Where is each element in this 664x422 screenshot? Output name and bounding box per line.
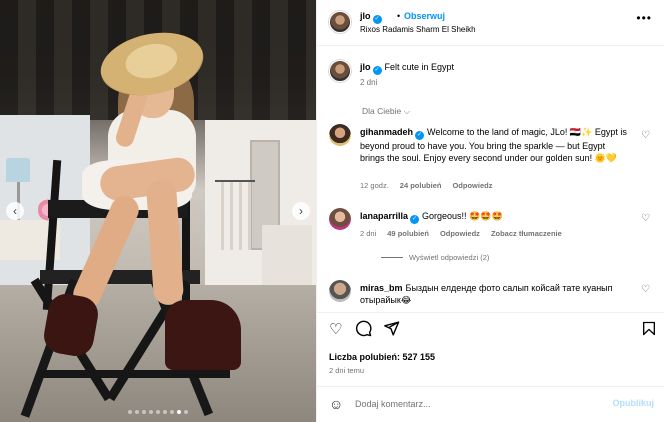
verified-badge-icon: ✓ (415, 131, 425, 140)
comment-icon[interactable] (355, 320, 372, 341)
follow-button[interactable]: Obserwuj (404, 11, 445, 21)
chair-footrest (40, 370, 230, 378)
caption-text: Felt cute in Egypt (384, 62, 455, 72)
verified-badge-icon: ✓ (410, 215, 420, 224)
separator-dot: • (397, 11, 401, 21)
caption-username[interactable]: jlo (360, 62, 371, 72)
author-avatar[interactable] (329, 11, 351, 33)
comment-likes[interactable]: 24 polubień (400, 181, 442, 190)
carousel-next-button[interactable]: › (292, 202, 310, 220)
carousel-dot (149, 410, 153, 414)
commenter-avatar[interactable] (329, 124, 351, 146)
carousel-dot (128, 410, 132, 414)
comment: miras_bm Быздын елденде фото салып койсай… (360, 282, 628, 306)
comment-username[interactable]: gihanmadeh (360, 127, 413, 137)
chevron-left-icon: ‹ (13, 204, 17, 218)
heart-icon[interactable]: ♡ (329, 320, 342, 338)
share-icon[interactable] (383, 320, 400, 341)
post-date[interactable]: 2 dni temu (329, 366, 364, 375)
comment-username[interactable]: miras_bm (360, 283, 403, 293)
carousel-dot (170, 410, 174, 414)
emoji-icon[interactable]: ☺ (329, 396, 343, 412)
comment-username[interactable]: lanaparrilla (360, 211, 408, 221)
comment-sort-dropdown[interactable]: Dla Ciebie ⌵ (362, 106, 410, 117)
carousel-dots (0, 410, 316, 414)
view-replies-button[interactable]: Wyświetl odpowiedzi (2) (381, 253, 489, 262)
more-horizontal-icon[interactable]: ••• (636, 11, 652, 25)
carousel-dot (184, 410, 188, 414)
publish-button[interactable]: Opublikuj (613, 398, 655, 408)
carousel-dot (135, 410, 139, 414)
verified-badge-icon: ✓ (372, 66, 382, 75)
location-link[interactable]: Rixos Radamis Sharm El Sheikh (360, 25, 476, 34)
caption-time[interactable]: 2 dni (360, 78, 377, 87)
author-username[interactable]: jlo ✓ (360, 11, 382, 24)
carousel-prev-button[interactable]: ‹ (6, 202, 24, 220)
heart-icon[interactable]: ♡ (641, 213, 650, 224)
post-sidebar: jlo ✓ • Obserwuj Rixos Radamis Sharm El S… (316, 0, 664, 422)
comment-meta: 12 godz. 24 polubień Odpowiedz (360, 181, 492, 190)
reply-button[interactable]: Odpowiedz (452, 181, 492, 190)
comment-input[interactable] (355, 396, 595, 412)
likes-count[interactable]: Liczba polubień: 527 155 (329, 352, 435, 362)
reply-button[interactable]: Odpowiedz (440, 229, 480, 238)
carousel-dot (142, 410, 146, 414)
replies-line (381, 257, 403, 258)
comment-time[interactable]: 2 dni (360, 229, 376, 238)
figure-platform-heel (165, 300, 241, 370)
post-modal: ‹ › jlo ✓ • Obserwuj Rixos Radamis Sharm … (0, 0, 664, 422)
photo-clothes-rack (215, 180, 255, 250)
comment-likes[interactable]: 49 polubień (387, 229, 429, 238)
bookmark-icon[interactable] (641, 320, 657, 341)
post-photo[interactable]: ‹ › (0, 0, 316, 422)
comment: lanaparrilla ✓ Gorgeous!! 🤩🤩🤩 (360, 210, 628, 224)
chevron-right-icon: › (299, 204, 303, 218)
heart-icon[interactable]: ♡ (641, 284, 650, 295)
heart-icon[interactable]: ♡ (641, 130, 650, 141)
carousel-dot (177, 410, 181, 414)
translate-button[interactable]: Zobacz tłumaczenie (491, 229, 562, 238)
carousel-dot (163, 410, 167, 414)
commenter-avatar[interactable] (329, 208, 351, 230)
carousel-dot (156, 410, 160, 414)
comment-text: Gorgeous!! 🤩🤩🤩 (422, 211, 503, 221)
comment-meta: 2 dni 49 polubień Odpowiedz Zobacz tłuma… (360, 229, 562, 238)
photo-lamp (6, 158, 30, 182)
verified-badge-icon: ✓ (372, 15, 382, 24)
caption-avatar[interactable] (329, 60, 351, 82)
commenter-avatar[interactable] (329, 280, 351, 302)
comment: gihanmadeh ✓ Welcome to the land of magic,… (360, 126, 628, 164)
caption: jlo ✓ Felt cute in Egypt (360, 62, 454, 75)
comment-time[interactable]: 12 godz. (360, 181, 389, 190)
chevron-down-icon: ⌵ (403, 106, 411, 116)
